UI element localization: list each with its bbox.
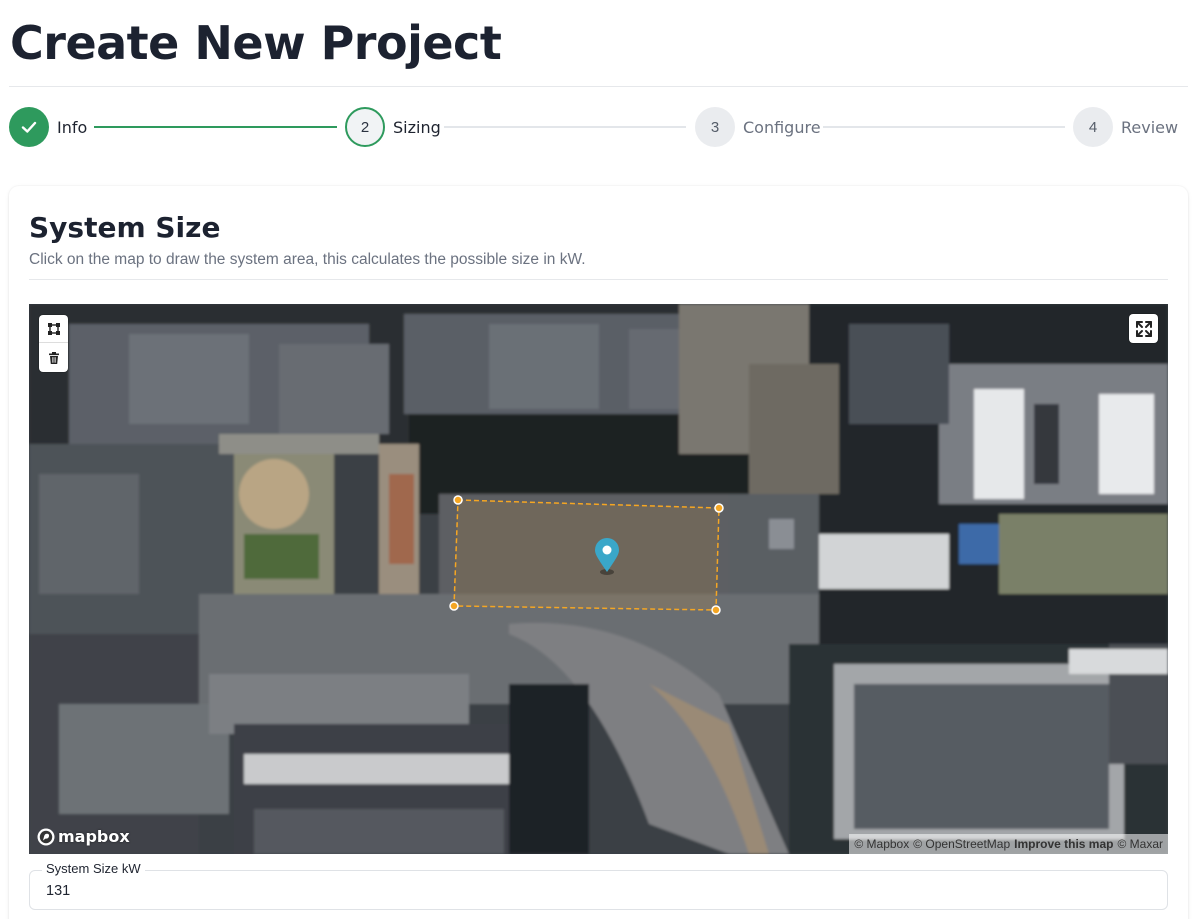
attribution-maxar-link[interactable]: © Maxar	[1117, 837, 1163, 851]
step-connector-1	[94, 126, 337, 128]
fullscreen-button[interactable]	[1129, 314, 1158, 343]
page-title: Create New Project	[10, 16, 502, 70]
title-divider	[9, 86, 1188, 87]
system-size-label: System Size kW	[42, 861, 145, 876]
card-title: System Size	[29, 211, 221, 244]
step-connector-3	[823, 126, 1065, 128]
polygon-vertex	[714, 503, 724, 513]
improve-map-link[interactable]: Improve this map	[1014, 837, 1113, 851]
step-2-number: 2	[360, 118, 370, 136]
step-1-complete-indicator[interactable]	[9, 107, 49, 147]
step-3-indicator[interactable]: 3	[695, 107, 735, 147]
delete-shape-button[interactable]	[39, 344, 68, 372]
polygon-draw-icon	[47, 322, 60, 335]
stepper: Info 2 Sizing 3 Configure 4 Review	[0, 106, 1199, 150]
step-4-number: 4	[1088, 118, 1098, 136]
card-divider	[29, 279, 1168, 280]
step-3-number: 3	[710, 118, 720, 136]
polygon-draw-button[interactable]	[39, 315, 68, 343]
mapbox-logo-icon	[37, 828, 55, 845]
drawn-system-area	[453, 499, 720, 611]
step-2-indicator[interactable]: 2	[345, 107, 385, 147]
checkmark-icon	[21, 121, 37, 133]
mapbox-logo-text: mapbox	[58, 827, 130, 846]
satellite-map[interactable]: mapbox © Mapbox © OpenStreetMap Improve …	[29, 304, 1168, 854]
system-size-input[interactable]	[46, 883, 646, 899]
attribution-osm-link[interactable]: © OpenStreetMap	[913, 837, 1010, 851]
step-4-label[interactable]: Review	[1121, 118, 1178, 137]
map-attribution: © Mapbox © OpenStreetMap Improve this ma…	[849, 834, 1168, 854]
trash-icon	[48, 352, 59, 364]
card-subtitle: Click on the map to draw the system area…	[29, 251, 586, 268]
system-size-field: System Size kW	[29, 861, 1168, 910]
draw-controls	[39, 315, 68, 372]
step-connector-2	[444, 126, 686, 128]
mapbox-logo[interactable]: mapbox	[37, 827, 130, 846]
polygon-vertex	[453, 495, 463, 505]
step-3-label[interactable]: Configure	[743, 118, 821, 137]
system-size-card: System Size Click on the map to draw the…	[9, 186, 1188, 919]
attribution-mapbox-link[interactable]: © Mapbox	[854, 837, 909, 851]
step-2-label[interactable]: Sizing	[393, 118, 441, 137]
satellite-imagery	[29, 304, 1168, 854]
step-4-indicator[interactable]: 4	[1073, 107, 1113, 147]
step-1-label[interactable]: Info	[57, 118, 87, 137]
polygon-vertex	[711, 605, 721, 615]
fullscreen-icon	[1135, 320, 1152, 337]
polygon-vertex	[449, 601, 459, 611]
